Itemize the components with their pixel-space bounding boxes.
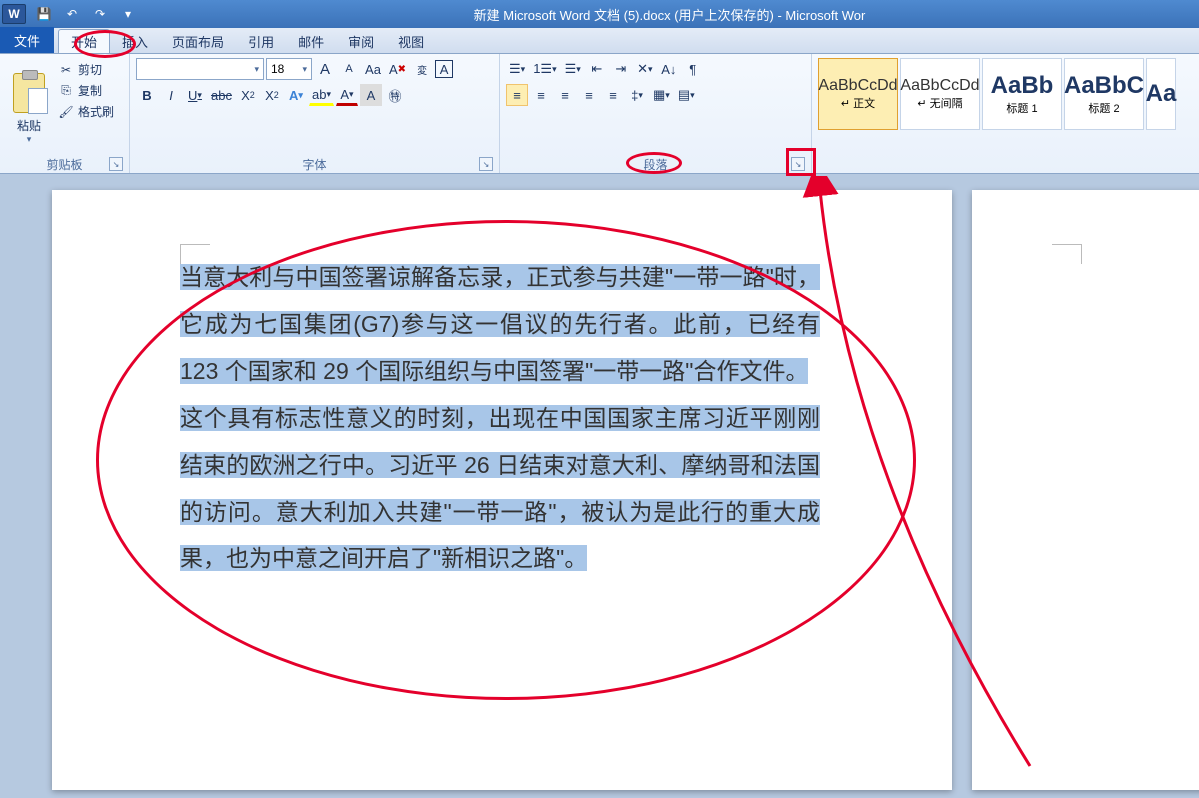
- change-case-button[interactable]: Aa: [362, 58, 384, 80]
- title-bar: W 💾 ↶ ↷ ▾ 新建 Microsoft Word 文档 (5).docx …: [0, 0, 1199, 28]
- tab-file[interactable]: 文件: [0, 27, 54, 53]
- qat-undo-button[interactable]: ↶: [60, 4, 84, 24]
- clipboard-group-label: 剪贴板 ↘: [6, 155, 123, 173]
- highlight-button[interactable]: ab▾: [309, 84, 334, 106]
- font-size-combo[interactable]: 18▾: [266, 58, 312, 80]
- style-preview: AaBbC: [1064, 72, 1144, 100]
- char-shading-button[interactable]: A: [360, 84, 382, 106]
- char-border-button[interactable]: A: [435, 60, 453, 78]
- tab-page-layout[interactable]: 页面布局: [160, 29, 236, 53]
- asian-layout-button[interactable]: ✕▾: [634, 58, 656, 80]
- subscript-button[interactable]: X2: [237, 84, 259, 106]
- font-dialog-launcher[interactable]: ↘: [479, 157, 493, 171]
- font-group-label: 字体 ↘: [136, 155, 493, 173]
- window-title: 新建 Microsoft Word 文档 (5).docx (用户上次保存的) …: [140, 5, 1199, 24]
- style-preview: Aa: [1146, 80, 1177, 108]
- decrease-indent-button[interactable]: ⇤: [586, 58, 608, 80]
- bullets-button[interactable]: ☰▾: [506, 58, 528, 80]
- font-name-combo[interactable]: ▾: [136, 58, 264, 80]
- style-preview: AaBbCcDd: [818, 77, 897, 95]
- paragraph-group: ☰▾ 1☰▾ ☰▾ ⇤ ⇥ ✕▾ A↓ ¶ ≡ ≡ ≡ ≡ ≡ ‡▾ ▦▾ ▤▾…: [500, 54, 812, 173]
- clipboard-group: 粘贴 ▾ ✂剪切 ⎘复制 🖌格式刷 剪贴板 ↘: [0, 54, 130, 173]
- qat-save-button[interactable]: 💾: [32, 4, 56, 24]
- font-color-button[interactable]: A▾: [336, 84, 358, 106]
- paragraph-group-label: 段落 ↘: [506, 155, 805, 173]
- page[interactable]: 当意大利与中国签署谅解备忘录，正式参与共建"一带一路"时，它成为七国集团(G7)…: [52, 190, 952, 790]
- font-group: ▾ 18▾ A A Aa A✖ 変 A B I U▾ abc X2 X2 A▾ …: [130, 54, 500, 173]
- align-distribute-button[interactable]: ≡: [602, 84, 624, 106]
- strike-button[interactable]: abc: [208, 84, 235, 106]
- shading-button[interactable]: ▦▾: [650, 84, 673, 106]
- chevron-down-icon: ▾: [302, 64, 307, 75]
- format-painter-button[interactable]: 🖌格式刷: [56, 102, 116, 121]
- grow-font-button[interactable]: A: [314, 58, 336, 80]
- borders-button[interactable]: ▤▾: [675, 84, 698, 106]
- document-area: 当意大利与中国签署谅解备忘录，正式参与共建"一带一路"时，它成为七国集团(G7)…: [0, 174, 1199, 798]
- tab-view[interactable]: 视图: [386, 29, 436, 53]
- show-marks-button[interactable]: ¶: [682, 58, 704, 80]
- multilevel-button[interactable]: ☰▾: [562, 58, 584, 80]
- page-next[interactable]: [972, 190, 1199, 790]
- paste-label: 粘贴: [17, 117, 41, 134]
- copy-icon: ⎘: [58, 83, 74, 99]
- text-effects-button[interactable]: A▾: [285, 84, 307, 106]
- styles-group: AaBbCcDd ↵ 正文 AaBbCcDd ↵ 无间隔 AaBb 标题 1 A…: [812, 54, 1199, 173]
- tab-references[interactable]: 引用: [236, 29, 286, 53]
- tab-insert[interactable]: 插入: [110, 29, 160, 53]
- phonetic-button[interactable]: 変: [411, 58, 433, 80]
- tab-mailings[interactable]: 邮件: [286, 29, 336, 53]
- style-preview: AaBbCcDd: [900, 77, 979, 95]
- cut-button[interactable]: ✂剪切: [56, 60, 116, 79]
- selected-text: 当意大利与中国签署谅解备忘录，正式参与共建"一带一路"时，它成为七国集团(G7)…: [180, 264, 820, 384]
- tab-home[interactable]: 开始: [58, 29, 110, 53]
- scissors-icon: ✂: [58, 62, 74, 78]
- margin-mark: [1052, 244, 1082, 264]
- ribbon: 粘贴 ▾ ✂剪切 ⎘复制 🖌格式刷 剪贴板 ↘ ▾ 18▾ A A Aa A✖ …: [0, 54, 1199, 174]
- paste-icon: [13, 73, 45, 113]
- ribbon-tabs: 文件 开始 插入 页面布局 引用 邮件 审阅 视图: [0, 28, 1199, 54]
- style-preview: AaBb: [991, 72, 1054, 100]
- style-heading2[interactable]: AaBbC 标题 2: [1064, 58, 1144, 130]
- line-spacing-button[interactable]: ‡▾: [626, 84, 648, 106]
- enclose-char-button[interactable]: ㊕: [384, 84, 406, 106]
- align-left-button[interactable]: ≡: [506, 84, 528, 106]
- align-center-button[interactable]: ≡: [530, 84, 552, 106]
- sort-button[interactable]: A↓: [658, 58, 680, 80]
- superscript-button[interactable]: X2: [261, 84, 283, 106]
- qat-redo-button[interactable]: ↷: [88, 4, 112, 24]
- shrink-font-button[interactable]: A: [338, 58, 360, 80]
- qat-customize-button[interactable]: ▾: [116, 4, 140, 24]
- clear-format-button[interactable]: A✖: [386, 58, 409, 80]
- align-right-button[interactable]: ≡: [554, 84, 576, 106]
- tab-review[interactable]: 审阅: [336, 29, 386, 53]
- paste-button[interactable]: 粘贴 ▾: [6, 58, 52, 155]
- increase-indent-button[interactable]: ⇥: [610, 58, 632, 80]
- body-text[interactable]: 当意大利与中国签署谅解备忘录，正式参与共建"一带一路"时，它成为七国集团(G7)…: [180, 254, 820, 582]
- style-heading1[interactable]: AaBb 标题 1: [982, 58, 1062, 130]
- style-normal[interactable]: AaBbCcDd ↵ 正文: [818, 58, 898, 130]
- bold-button[interactable]: B: [136, 84, 158, 106]
- paragraph-dialog-launcher[interactable]: ↘: [791, 157, 805, 171]
- brush-icon: 🖌: [58, 104, 74, 120]
- underline-button[interactable]: U▾: [184, 84, 206, 106]
- chevron-down-icon: ▾: [254, 64, 259, 75]
- style-more[interactable]: Aa: [1146, 58, 1176, 130]
- numbering-button[interactable]: 1☰▾: [530, 58, 559, 80]
- align-justify-button[interactable]: ≡: [578, 84, 600, 106]
- word-icon: W: [2, 4, 26, 24]
- style-gallery: AaBbCcDd ↵ 正文 AaBbCcDd ↵ 无间隔 AaBb 标题 1 A…: [818, 58, 1199, 130]
- clipboard-dialog-launcher[interactable]: ↘: [109, 157, 123, 171]
- copy-button[interactable]: ⎘复制: [56, 81, 116, 100]
- style-no-spacing[interactable]: AaBbCcDd ↵ 无间隔: [900, 58, 980, 130]
- italic-button[interactable]: I: [160, 84, 182, 106]
- quick-access-toolbar: 💾 ↶ ↷ ▾: [32, 4, 140, 24]
- selected-text: 这个具有标志性意义的时刻，出现在中国国家主席习近平刚刚结束的欧洲之行中。习近平 …: [180, 405, 820, 572]
